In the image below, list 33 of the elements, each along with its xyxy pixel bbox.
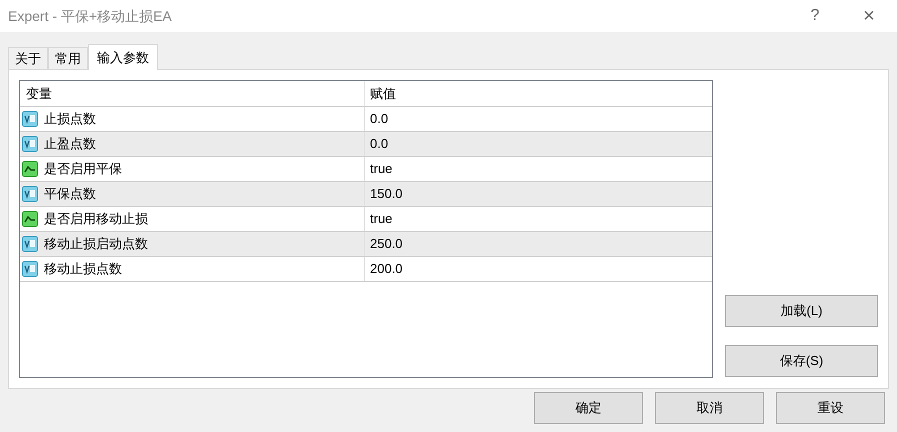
dialog-button[interactable]: 重设 <box>776 392 885 424</box>
variable-value[interactable]: true <box>365 209 392 229</box>
variable-name: 移动止损点数 <box>44 260 122 278</box>
tab[interactable]: 关于 <box>8 47 48 69</box>
variable-value[interactable]: true <box>365 159 392 179</box>
column-header: 赋值 <box>369 84 396 103</box>
variable-value[interactable]: 250.0 <box>365 234 403 254</box>
variable-value[interactable]: 0.0 <box>365 134 388 154</box>
variable-name: 止盈点数 <box>44 135 96 154</box>
close-button[interactable]: × <box>849 1 889 31</box>
help-button[interactable]: ? <box>795 4 835 28</box>
number-variable-icon <box>22 261 38 277</box>
number-variable-icon <box>22 186 38 202</box>
variable-name: 止损点数 <box>44 110 96 128</box>
variable-value[interactable]: 0.0 <box>365 109 388 129</box>
tab[interactable]: 输入参数 <box>88 44 158 70</box>
dialog-button[interactable]: 确定 <box>534 392 643 424</box>
number-variable-icon <box>22 111 38 127</box>
variable-name: 平保点数 <box>44 185 96 204</box>
variable-value[interactable]: 200.0 <box>365 259 403 279</box>
variable-value[interactable]: 150.0 <box>365 184 403 204</box>
side-button[interactable]: 加载(L) <box>725 295 878 327</box>
number-variable-icon <box>22 236 38 252</box>
number-variable-icon <box>22 136 38 152</box>
side-button[interactable]: 保存(S) <box>725 345 878 377</box>
dialog-button[interactable]: 取消 <box>655 392 764 424</box>
tab[interactable]: 常用 <box>48 47 88 69</box>
variable-name: 是否启用移动止损 <box>44 210 148 228</box>
window-title: Expert - 平保+移动止损EA <box>8 6 173 26</box>
boolean-variable-icon <box>22 161 38 177</box>
boolean-variable-icon <box>22 211 38 227</box>
variable-name: 是否启用平保 <box>44 160 122 178</box>
variable-name: 移动止损启动点数 <box>44 235 148 254</box>
